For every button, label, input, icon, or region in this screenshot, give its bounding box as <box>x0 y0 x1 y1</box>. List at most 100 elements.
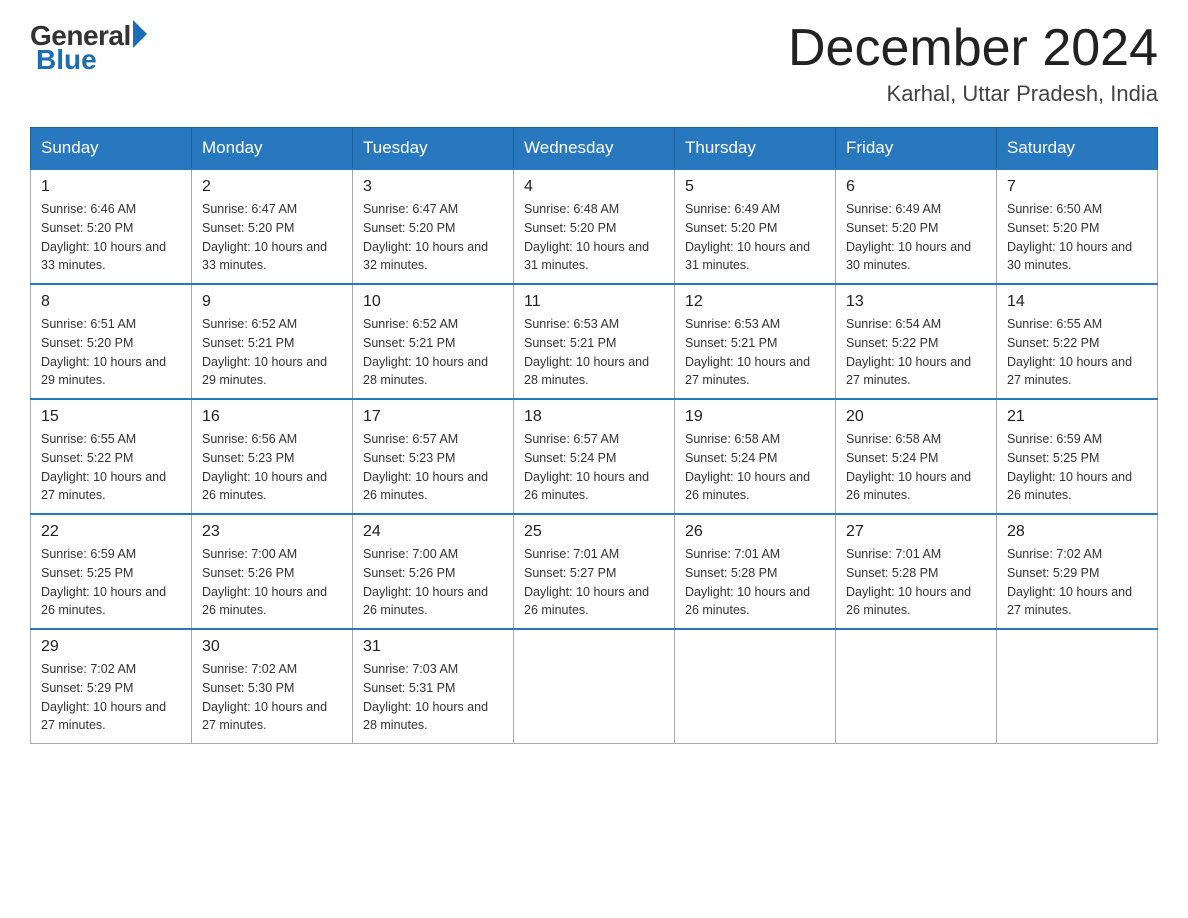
calendar-cell: 19 Sunrise: 6:58 AM Sunset: 5:24 PM Dayl… <box>675 399 836 514</box>
day-info: Sunrise: 6:52 AM Sunset: 5:21 PM Dayligh… <box>202 315 342 390</box>
day-info: Sunrise: 7:01 AM Sunset: 5:28 PM Dayligh… <box>846 545 986 620</box>
calendar-cell: 17 Sunrise: 6:57 AM Sunset: 5:23 PM Dayl… <box>353 399 514 514</box>
col-thursday: Thursday <box>675 128 836 170</box>
day-number: 28 <box>1007 523 1147 541</box>
header-row: Sunday Monday Tuesday Wednesday Thursday… <box>31 128 1158 170</box>
calendar-cell: 27 Sunrise: 7:01 AM Sunset: 5:28 PM Dayl… <box>836 514 997 629</box>
calendar-cell: 10 Sunrise: 6:52 AM Sunset: 5:21 PM Dayl… <box>353 284 514 399</box>
day-number: 15 <box>41 408 181 426</box>
day-number: 11 <box>524 293 664 311</box>
week-row-5: 29 Sunrise: 7:02 AM Sunset: 5:29 PM Dayl… <box>31 629 1158 744</box>
day-number: 19 <box>685 408 825 426</box>
day-info: Sunrise: 7:01 AM Sunset: 5:27 PM Dayligh… <box>524 545 664 620</box>
day-info: Sunrise: 7:02 AM Sunset: 5:29 PM Dayligh… <box>41 660 181 735</box>
calendar-cell: 29 Sunrise: 7:02 AM Sunset: 5:29 PM Dayl… <box>31 629 192 744</box>
location-title: Karhal, Uttar Pradesh, India <box>788 81 1158 107</box>
calendar-cell: 25 Sunrise: 7:01 AM Sunset: 5:27 PM Dayl… <box>514 514 675 629</box>
day-info: Sunrise: 7:02 AM Sunset: 5:30 PM Dayligh… <box>202 660 342 735</box>
day-info: Sunrise: 6:54 AM Sunset: 5:22 PM Dayligh… <box>846 315 986 390</box>
week-row-4: 22 Sunrise: 6:59 AM Sunset: 5:25 PM Dayl… <box>31 514 1158 629</box>
logo-blue-text: Blue <box>36 44 97 76</box>
calendar-cell <box>514 629 675 744</box>
calendar-cell: 2 Sunrise: 6:47 AM Sunset: 5:20 PM Dayli… <box>192 169 353 284</box>
calendar-cell: 31 Sunrise: 7:03 AM Sunset: 5:31 PM Dayl… <box>353 629 514 744</box>
day-info: Sunrise: 7:01 AM Sunset: 5:28 PM Dayligh… <box>685 545 825 620</box>
col-wednesday: Wednesday <box>514 128 675 170</box>
week-row-2: 8 Sunrise: 6:51 AM Sunset: 5:20 PM Dayli… <box>31 284 1158 399</box>
day-info: Sunrise: 7:00 AM Sunset: 5:26 PM Dayligh… <box>363 545 503 620</box>
day-number: 9 <box>202 293 342 311</box>
day-number: 27 <box>846 523 986 541</box>
day-number: 13 <box>846 293 986 311</box>
page-header: General Blue December 2024 Karhal, Uttar… <box>30 20 1158 107</box>
day-info: Sunrise: 6:55 AM Sunset: 5:22 PM Dayligh… <box>41 430 181 505</box>
day-info: Sunrise: 6:55 AM Sunset: 5:22 PM Dayligh… <box>1007 315 1147 390</box>
calendar-cell: 24 Sunrise: 7:00 AM Sunset: 5:26 PM Dayl… <box>353 514 514 629</box>
day-number: 1 <box>41 178 181 196</box>
day-number: 12 <box>685 293 825 311</box>
calendar-cell: 13 Sunrise: 6:54 AM Sunset: 5:22 PM Dayl… <box>836 284 997 399</box>
col-tuesday: Tuesday <box>353 128 514 170</box>
day-number: 8 <box>41 293 181 311</box>
day-number: 14 <box>1007 293 1147 311</box>
calendar-cell <box>836 629 997 744</box>
day-info: Sunrise: 6:47 AM Sunset: 5:20 PM Dayligh… <box>363 200 503 275</box>
calendar-table: Sunday Monday Tuesday Wednesday Thursday… <box>30 127 1158 744</box>
day-info: Sunrise: 6:49 AM Sunset: 5:20 PM Dayligh… <box>685 200 825 275</box>
day-info: Sunrise: 6:49 AM Sunset: 5:20 PM Dayligh… <box>846 200 986 275</box>
day-number: 6 <box>846 178 986 196</box>
calendar-cell: 9 Sunrise: 6:52 AM Sunset: 5:21 PM Dayli… <box>192 284 353 399</box>
day-number: 21 <box>1007 408 1147 426</box>
day-number: 30 <box>202 638 342 656</box>
day-number: 18 <box>524 408 664 426</box>
day-info: Sunrise: 6:50 AM Sunset: 5:20 PM Dayligh… <box>1007 200 1147 275</box>
day-number: 26 <box>685 523 825 541</box>
calendar-cell: 16 Sunrise: 6:56 AM Sunset: 5:23 PM Dayl… <box>192 399 353 514</box>
col-monday: Monday <box>192 128 353 170</box>
day-info: Sunrise: 6:58 AM Sunset: 5:24 PM Dayligh… <box>846 430 986 505</box>
day-info: Sunrise: 6:58 AM Sunset: 5:24 PM Dayligh… <box>685 430 825 505</box>
col-sunday: Sunday <box>31 128 192 170</box>
day-info: Sunrise: 6:59 AM Sunset: 5:25 PM Dayligh… <box>1007 430 1147 505</box>
logo: General Blue <box>30 20 147 76</box>
day-info: Sunrise: 6:52 AM Sunset: 5:21 PM Dayligh… <box>363 315 503 390</box>
day-info: Sunrise: 6:51 AM Sunset: 5:20 PM Dayligh… <box>41 315 181 390</box>
day-info: Sunrise: 7:03 AM Sunset: 5:31 PM Dayligh… <box>363 660 503 735</box>
calendar-cell: 1 Sunrise: 6:46 AM Sunset: 5:20 PM Dayli… <box>31 169 192 284</box>
week-row-3: 15 Sunrise: 6:55 AM Sunset: 5:22 PM Dayl… <box>31 399 1158 514</box>
day-number: 3 <box>363 178 503 196</box>
calendar-cell: 12 Sunrise: 6:53 AM Sunset: 5:21 PM Dayl… <box>675 284 836 399</box>
calendar-cell <box>997 629 1158 744</box>
day-number: 2 <box>202 178 342 196</box>
day-info: Sunrise: 6:57 AM Sunset: 5:24 PM Dayligh… <box>524 430 664 505</box>
calendar-cell: 21 Sunrise: 6:59 AM Sunset: 5:25 PM Dayl… <box>997 399 1158 514</box>
calendar-cell: 28 Sunrise: 7:02 AM Sunset: 5:29 PM Dayl… <box>997 514 1158 629</box>
day-number: 29 <box>41 638 181 656</box>
day-number: 7 <box>1007 178 1147 196</box>
day-info: Sunrise: 6:56 AM Sunset: 5:23 PM Dayligh… <box>202 430 342 505</box>
day-info: Sunrise: 6:53 AM Sunset: 5:21 PM Dayligh… <box>524 315 664 390</box>
calendar-cell: 18 Sunrise: 6:57 AM Sunset: 5:24 PM Dayl… <box>514 399 675 514</box>
calendar-cell: 23 Sunrise: 7:00 AM Sunset: 5:26 PM Dayl… <box>192 514 353 629</box>
day-number: 17 <box>363 408 503 426</box>
calendar-cell: 3 Sunrise: 6:47 AM Sunset: 5:20 PM Dayli… <box>353 169 514 284</box>
calendar-cell: 30 Sunrise: 7:02 AM Sunset: 5:30 PM Dayl… <box>192 629 353 744</box>
calendar-cell: 6 Sunrise: 6:49 AM Sunset: 5:20 PM Dayli… <box>836 169 997 284</box>
calendar-cell: 4 Sunrise: 6:48 AM Sunset: 5:20 PM Dayli… <box>514 169 675 284</box>
month-title: December 2024 <box>788 20 1158 77</box>
calendar-cell <box>675 629 836 744</box>
day-info: Sunrise: 7:00 AM Sunset: 5:26 PM Dayligh… <box>202 545 342 620</box>
day-info: Sunrise: 6:59 AM Sunset: 5:25 PM Dayligh… <box>41 545 181 620</box>
day-number: 31 <box>363 638 503 656</box>
day-info: Sunrise: 6:53 AM Sunset: 5:21 PM Dayligh… <box>685 315 825 390</box>
calendar-cell: 26 Sunrise: 7:01 AM Sunset: 5:28 PM Dayl… <box>675 514 836 629</box>
day-number: 25 <box>524 523 664 541</box>
day-info: Sunrise: 6:48 AM Sunset: 5:20 PM Dayligh… <box>524 200 664 275</box>
calendar-cell: 8 Sunrise: 6:51 AM Sunset: 5:20 PM Dayli… <box>31 284 192 399</box>
day-info: Sunrise: 6:57 AM Sunset: 5:23 PM Dayligh… <box>363 430 503 505</box>
day-number: 22 <box>41 523 181 541</box>
day-info: Sunrise: 6:47 AM Sunset: 5:20 PM Dayligh… <box>202 200 342 275</box>
day-number: 5 <box>685 178 825 196</box>
day-number: 23 <box>202 523 342 541</box>
day-number: 20 <box>846 408 986 426</box>
